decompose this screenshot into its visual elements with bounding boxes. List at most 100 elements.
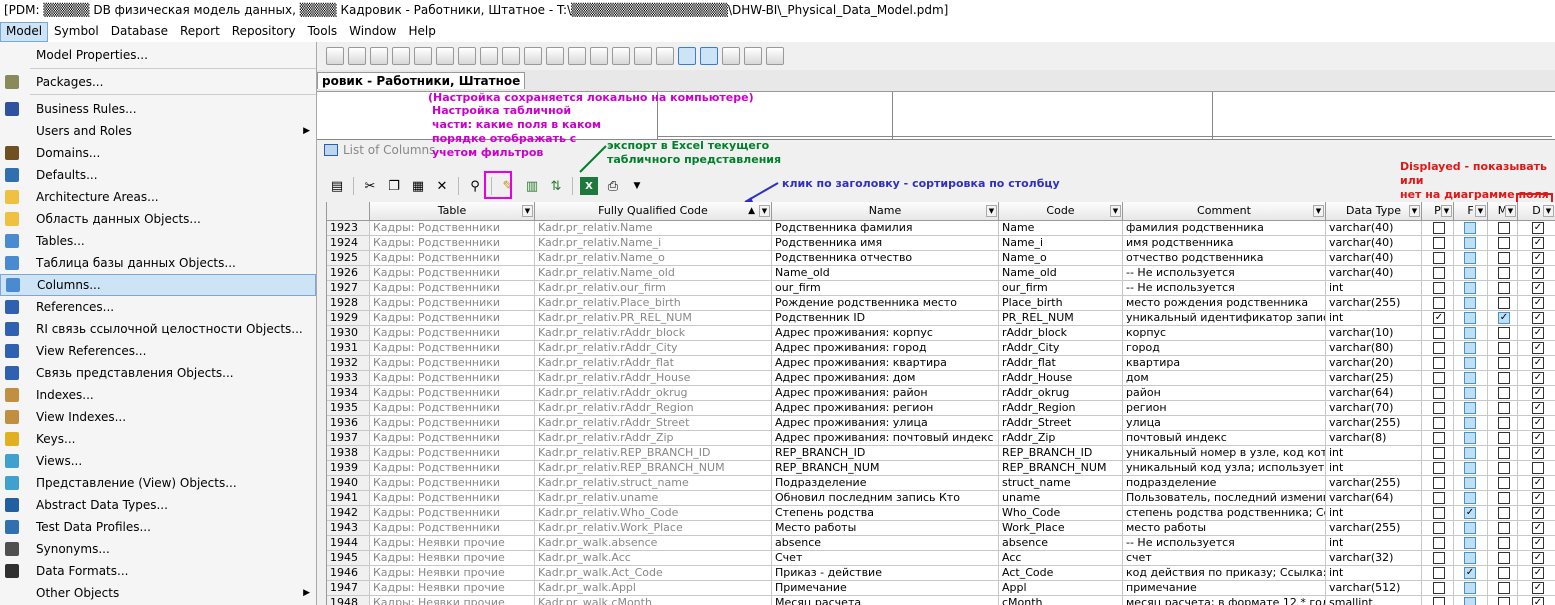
cell-f[interactable]: Kadr.pr_relativ.REP_BRANCH_NUM — [535, 461, 772, 476]
toolbar-icon[interactable] — [546, 47, 564, 65]
cell-n[interactable]: 1938 — [327, 446, 370, 461]
menu-item[interactable]: Architecture Areas... — [0, 186, 316, 208]
menu-repository[interactable]: Repository — [226, 22, 302, 42]
header-table[interactable]: Table ▼ — [370, 202, 535, 221]
table-row[interactable]: 1939 Кадры: Родственники Kadr.pr_relativ.R… — [327, 461, 1555, 476]
cell-code[interactable]: Name_old — [999, 266, 1123, 281]
checkbox-fk[interactable] — [1464, 552, 1476, 564]
checkbox-m[interactable] — [1498, 327, 1510, 339]
checkbox-m[interactable] — [1498, 252, 1510, 264]
toolbar-icon[interactable] — [524, 47, 542, 65]
checkbox-d[interactable]: ✓ — [1532, 357, 1544, 369]
checkbox-d[interactable]: ✓ — [1532, 312, 1544, 324]
cell-t[interactable]: Кадры: Неявки прочие — [370, 536, 535, 551]
cell-name[interactable]: Обновил последним запись Кто — [772, 491, 999, 506]
toolbar-icon[interactable] — [656, 47, 674, 65]
cell-c[interactable]: квартира — [1123, 356, 1326, 371]
cell-t[interactable]: Кадры: Родственники — [370, 371, 535, 386]
table-row[interactable]: 1928 Кадры: Родственники Kadr.pr_relativ.P… — [327, 296, 1555, 311]
cell-name[interactable]: REP_BRANCH_NUM — [772, 461, 999, 476]
cell-code[interactable]: rAddr_okrug — [999, 386, 1123, 401]
cell-c[interactable]: район — [1123, 386, 1326, 401]
chevron-down-icon[interactable]: ▼ — [1110, 205, 1121, 217]
toolbar-icon[interactable] — [590, 47, 608, 65]
table-row[interactable]: 1935 Кадры: Родственники Kadr.pr_relativ.r… — [327, 401, 1555, 416]
menu-item[interactable]: View Indexes... — [0, 406, 316, 428]
checkbox-p[interactable] — [1433, 447, 1445, 459]
cell-t[interactable]: Кадры: Родственники — [370, 521, 535, 536]
cell-name[interactable]: Адрес проживания: квартира — [772, 356, 999, 371]
table-row[interactable]: 1925 Кадры: Родственники Kadr.pr_relativ.N… — [327, 251, 1555, 266]
cell-t[interactable]: Кадры: Неявки прочие — [370, 551, 535, 566]
cell-c[interactable]: почтовый индекс — [1123, 431, 1326, 446]
cell-c[interactable]: отчество родственника — [1123, 251, 1326, 266]
table-row[interactable]: 1923 Кадры: Родственники Kadr.pr_relativ.N… — [327, 221, 1555, 236]
cell-code[interactable]: Name_o — [999, 251, 1123, 266]
cell-t[interactable]: Кадры: Родственники — [370, 326, 535, 341]
checkbox-m[interactable] — [1498, 342, 1510, 354]
checkbox-fk[interactable] — [1464, 447, 1476, 459]
table-row[interactable]: 1941 Кадры: Родственники Kadr.pr_relativ.u… — [327, 491, 1555, 506]
table-row[interactable]: 1936 Кадры: Родственники Kadr.pr_relativ.r… — [327, 416, 1555, 431]
cell-name[interactable]: Месяц расчета — [772, 596, 999, 605]
checkbox-d[interactable]: ✓ — [1532, 522, 1544, 534]
cell-name[interactable]: absence — [772, 536, 999, 551]
menu-tools[interactable]: Tools — [302, 22, 344, 42]
cell-f[interactable]: Kadr.pr_walk.Appl — [535, 581, 772, 596]
checkbox-fk[interactable] — [1464, 372, 1476, 384]
cell-code[interactable]: Appl — [999, 581, 1123, 596]
checkbox-p[interactable] — [1433, 222, 1445, 234]
checkbox-d[interactable]: ✓ — [1532, 222, 1544, 234]
checkbox-fk[interactable] — [1464, 477, 1476, 489]
cell-f[interactable]: Kadr.pr_walk.cMonth — [535, 596, 772, 605]
cell-dt[interactable]: varchar(255) — [1326, 416, 1422, 431]
cell-name[interactable]: Адрес проживания: район — [772, 386, 999, 401]
cell-c[interactable]: -- Не используется — [1123, 536, 1326, 551]
cell-name[interactable]: Родственник ID — [772, 311, 999, 326]
cell-f[interactable]: Kadr.pr_relativ.PR_REL_NUM — [535, 311, 772, 326]
header-comment[interactable]: Comment ▼ — [1123, 202, 1326, 221]
menu-item[interactable]: Users and Roles ▶ — [0, 120, 316, 142]
cell-n[interactable]: 1936 — [327, 416, 370, 431]
menu-report[interactable]: Report — [174, 22, 226, 42]
checkbox-d[interactable]: ✓ — [1532, 477, 1544, 489]
checkbox-d[interactable]: ✓ — [1532, 252, 1544, 264]
menu-model[interactable]: Model — [0, 22, 49, 42]
table-row[interactable]: 1943 Кадры: Родственники Kadr.pr_relativ.W… — [327, 521, 1555, 536]
cell-dt[interactable]: smallint — [1326, 596, 1422, 605]
cell-code[interactable]: rAddr_Zip — [999, 431, 1123, 446]
cell-n[interactable]: 1947 — [327, 581, 370, 596]
checkbox-m[interactable] — [1498, 387, 1510, 399]
cell-t[interactable]: Кадры: Родственники — [370, 221, 535, 236]
checkbox-d[interactable]: ✓ — [1532, 297, 1544, 309]
cell-n[interactable]: 1946 — [327, 566, 370, 581]
cell-name[interactable]: Приказ - действие — [772, 566, 999, 581]
cell-dt[interactable]: int — [1326, 536, 1422, 551]
cell-dt[interactable]: varchar(255) — [1326, 476, 1422, 491]
chevron-down-icon[interactable]: ▼ — [1313, 205, 1324, 217]
cell-dt[interactable]: varchar(64) — [1326, 386, 1422, 401]
find-icon[interactable]: ⚲ — [466, 177, 484, 195]
cell-n[interactable]: 1934 — [327, 386, 370, 401]
cell-f[interactable]: Kadr.pr_relativ.rAddr_City — [535, 341, 772, 356]
toolbar-icon[interactable] — [700, 47, 718, 65]
checkbox-fk[interactable] — [1464, 312, 1476, 324]
checkbox-fk[interactable] — [1464, 222, 1476, 234]
cell-name[interactable]: REP_BRANCH_ID — [772, 446, 999, 461]
menu-item[interactable]: Представление (View) Objects... — [0, 472, 316, 494]
checkbox-d[interactable]: ✓ — [1532, 447, 1544, 459]
menu-item[interactable]: Model Properties... — [0, 44, 316, 66]
menu-item[interactable]: Связь представления Objects... — [0, 362, 316, 384]
checkbox-d[interactable]: ✓ — [1532, 507, 1544, 519]
menu-item[interactable]: Indexes... — [0, 384, 316, 406]
cell-code[interactable]: rAddr_City — [999, 341, 1123, 356]
cell-name[interactable]: Адрес проживания: почтовый индекс — [772, 431, 999, 446]
menu-item[interactable]: Таблица базы данных Objects... — [0, 252, 316, 274]
checkbox-m[interactable] — [1498, 507, 1510, 519]
table-row[interactable]: 1932 Кадры: Родственники Kadr.pr_relativ.r… — [327, 356, 1555, 371]
checkbox-d[interactable]: ✓ — [1532, 432, 1544, 444]
chevron-down-icon[interactable]: ▼ — [1475, 205, 1486, 217]
checkbox-fk[interactable] — [1464, 537, 1476, 549]
cell-t[interactable]: Кадры: Родственники — [370, 491, 535, 506]
cell-f[interactable]: Kadr.pr_relativ.Who_Code — [535, 506, 772, 521]
